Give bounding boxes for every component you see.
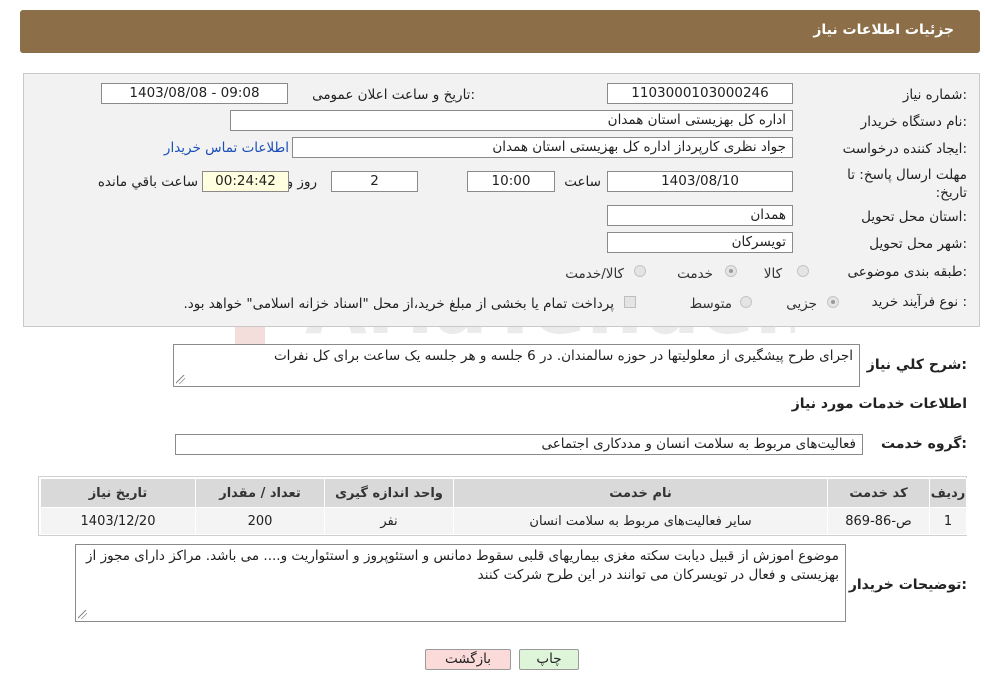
summary-label: شرح کلي نياز: <box>866 357 967 373</box>
city-label: شهر محل تحویل: <box>869 236 967 252</box>
table-header-row: ردیف کد خدمت نام خدمت واحد اندازه گیری ت… <box>40 478 967 508</box>
deadline-label: مهلت ارسال پاسخ: تا تاریخ: <box>847 167 967 201</box>
cell-service-code: ص-86-869 <box>827 507 930 535</box>
category-option-service: خدمت <box>677 266 713 282</box>
cell-need-date: 1403/12/20 <box>40 507 196 535</box>
category-radio-goods[interactable] <box>797 265 809 277</box>
need-number-label: شماره نیاز: <box>902 87 967 103</box>
service-group-field: فعالیت‌های مربوط به سلامت انسان و مددکار… <box>175 434 863 455</box>
purchase-option-minor: جزیی <box>786 296 817 312</box>
summary-text: اجرای طرح پیشگیری از معلولیتها در حوزه س… <box>273 348 853 364</box>
col-header-quantity: تعداد / مقدار <box>195 478 325 508</box>
treasury-payment-checkbox[interactable] <box>624 296 636 308</box>
remaining-time-label: ساعت باقي مانده <box>97 174 198 190</box>
cell-unit: نفر <box>324 507 454 535</box>
col-header-code: کد خدمت <box>827 478 930 508</box>
cell-service-name: سایر فعالیت‌های مربوط به سلامت انسان <box>453 507 828 535</box>
services-table: ردیف کد خدمت نام خدمت واحد اندازه گیری ت… <box>40 478 967 535</box>
buyer-notes-textarea[interactable]: موضوع اموزش از قبیل دیابت سکته مغزی بیما… <box>75 544 846 622</box>
service-group-label: گروه خدمت: <box>881 436 967 452</box>
province-label: استان محل تحویل: <box>861 209 967 225</box>
buyer-org-label: نام دستگاه خریدار: <box>860 114 967 130</box>
cell-quantity: 200 <box>195 507 325 535</box>
category-option-goods-service: کالا/خدمت <box>565 266 624 282</box>
summary-textarea[interactable]: اجرای طرح پیشگیری از معلولیتها در حوزه س… <box>173 344 860 387</box>
category-label: طبقه بندی موضوعی: <box>847 264 967 280</box>
payment-note: پرداخت تمام یا بخشی از مبلغ خرید،از محل … <box>183 296 614 312</box>
category-radio-service[interactable] <box>725 265 737 277</box>
table-row: 1 ص-86-869 سایر فعالیت‌های مربوط به سلام… <box>40 507 967 535</box>
province-field: همدان <box>607 205 793 226</box>
purchase-type-label: نوع فرآیند خرید : <box>871 294 967 310</box>
category-radio-goods-service[interactable] <box>634 265 646 277</box>
purchase-radio-minor[interactable] <box>827 296 839 308</box>
deadline-time-field: 10:00 <box>467 171 555 192</box>
deadline-date-field: 1403/08/10 <box>607 171 793 192</box>
remaining-time-field: 00:24:42 <box>202 171 289 192</box>
category-option-goods: کالا <box>763 266 782 282</box>
announce-date-field: 1403/08/08 - 09:08 <box>101 83 288 104</box>
buyer-org-field: اداره کل بهزیستی استان همدان <box>230 110 793 131</box>
page-title: جزئیات اطلاعات نیاز <box>813 22 954 38</box>
city-field: تویسرکان <box>607 232 793 253</box>
cell-row-number: 1 <box>929 507 967 535</box>
need-number-field: 1103000103000246 <box>607 83 793 104</box>
deadline-time-label: ساعت <box>564 174 601 190</box>
col-header-unit: واحد اندازه گیری <box>324 478 454 508</box>
services-section-title: اطلاعات خدمات مورد نياز <box>791 396 967 412</box>
days-remaining-field: 2 <box>331 171 418 192</box>
resize-handle-icon[interactable] <box>176 375 185 384</box>
col-header-need-date: تاریخ نیاز <box>40 478 196 508</box>
col-header-service-name: نام خدمت <box>453 478 828 508</box>
days-label: روز و <box>286 174 317 190</box>
resize-handle-icon[interactable] <box>78 610 87 619</box>
col-header-row: ردیف <box>929 478 967 508</box>
buyer-notes-label: توضیحات خریدار: <box>848 577 967 593</box>
creator-field: جواد نظری کارپرداز اداره کل بهزیستی استا… <box>292 137 793 158</box>
print-button[interactable]: چاپ <box>519 649 579 670</box>
buyer-notes-text: موضوع اموزش از قبیل دیابت سکته مغزی بیما… <box>86 548 839 583</box>
creator-label: ایجاد کننده درخواست: <box>842 141 967 157</box>
purchase-radio-medium[interactable] <box>740 296 752 308</box>
buyer-contact-link[interactable]: اطلاعات تماس خریدار <box>164 140 289 156</box>
back-button[interactable]: بازگشت <box>425 649 511 670</box>
announce-date-label: تاریخ و ساعت اعلان عمومی: <box>312 87 475 103</box>
page-header: جزئیات اطلاعات نیاز <box>20 10 980 53</box>
purchase-option-medium: متوسط <box>689 296 732 312</box>
